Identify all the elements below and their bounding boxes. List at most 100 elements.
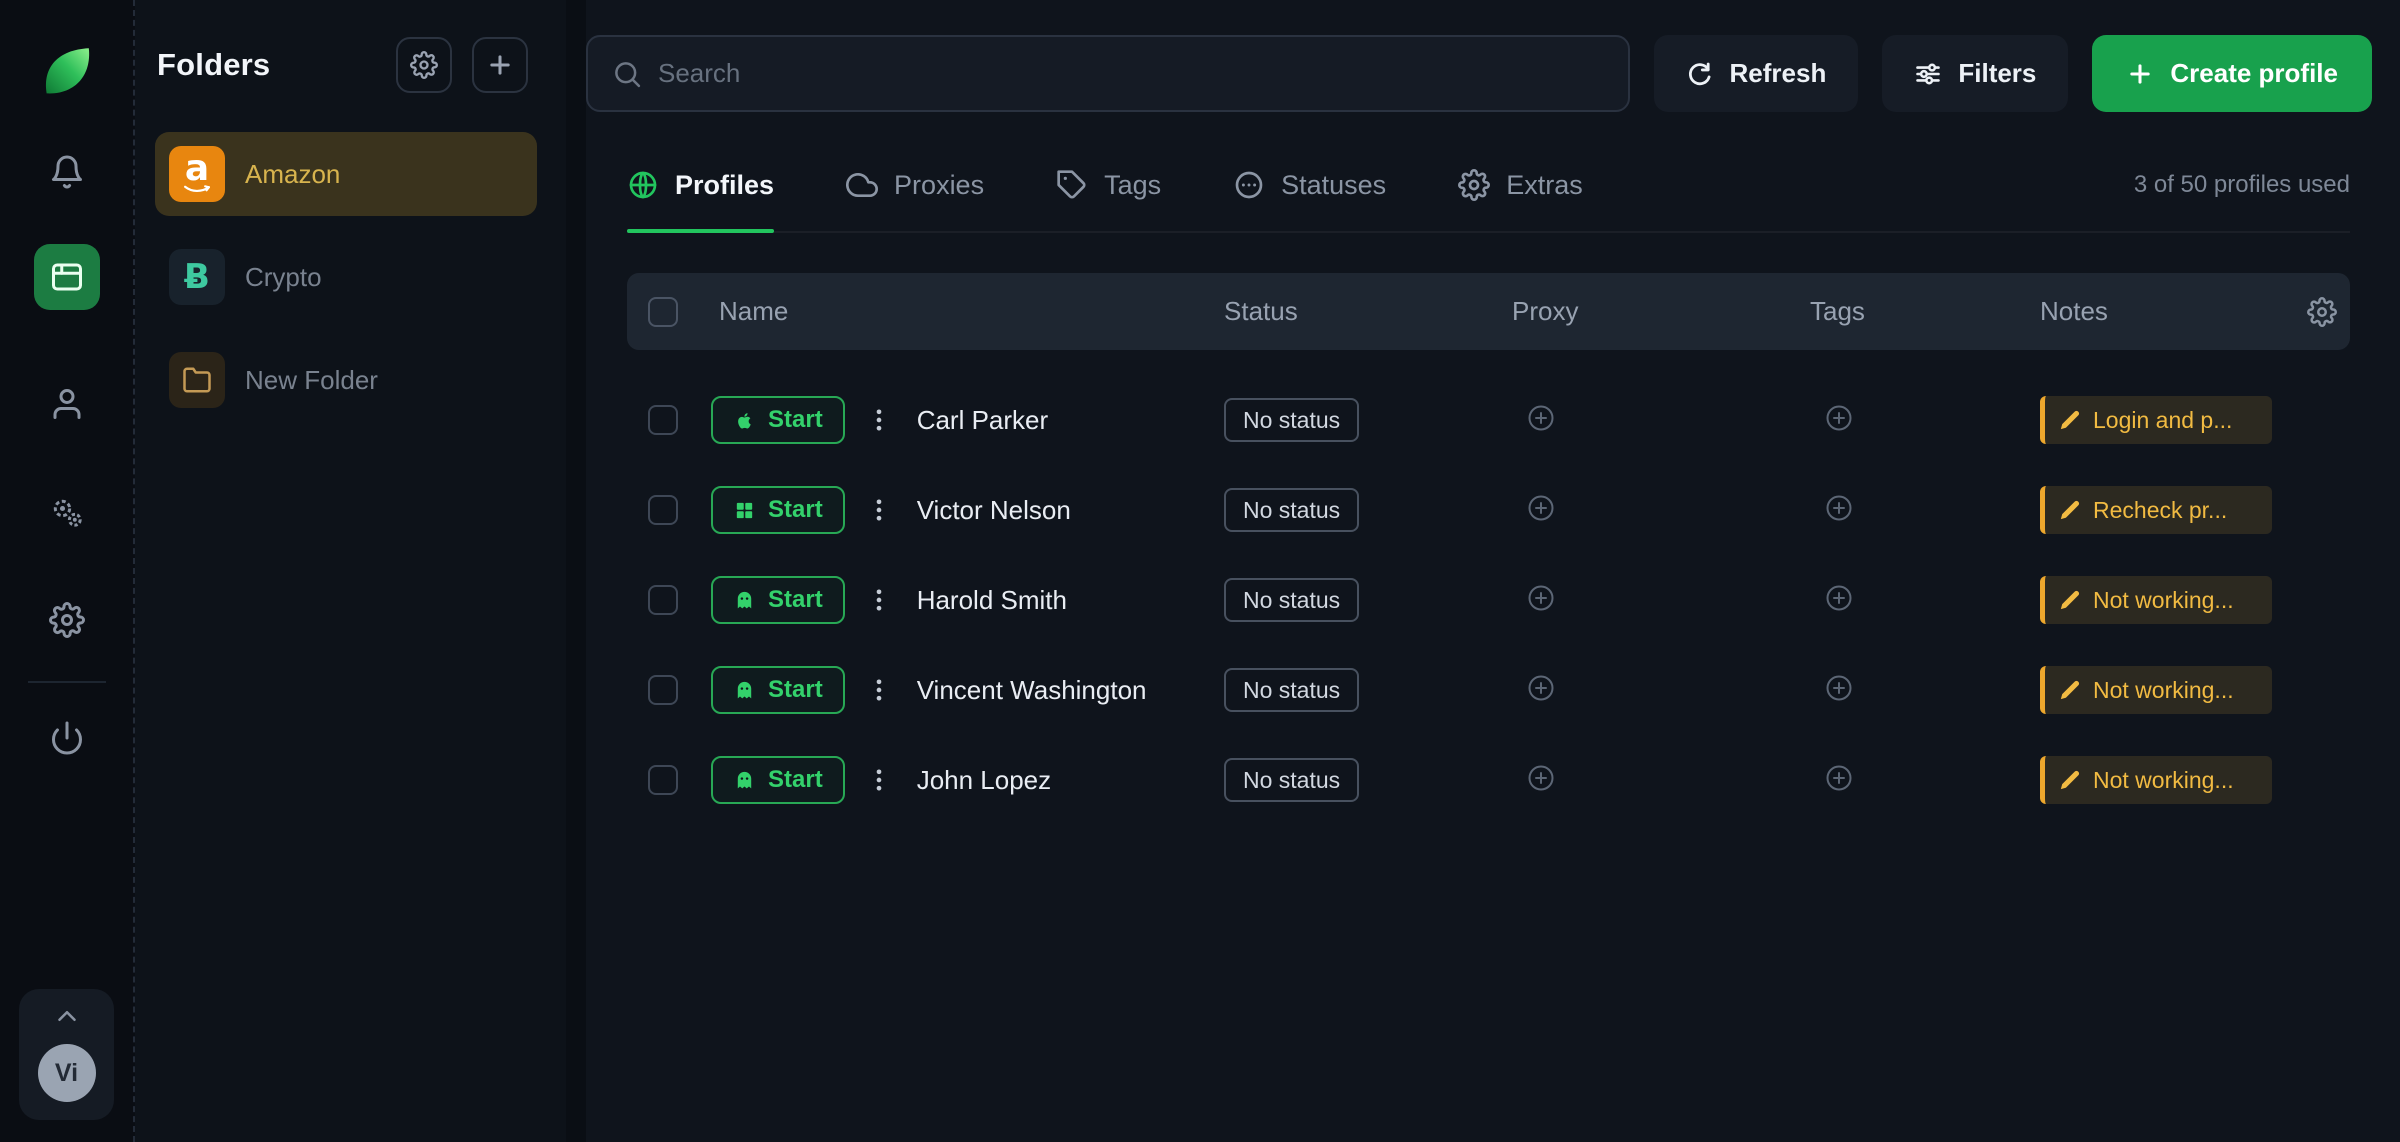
plus-icon	[486, 51, 514, 79]
note-chip[interactable]: Login and p...	[2040, 396, 2272, 444]
status-icon	[1233, 169, 1265, 201]
tab-proxies[interactable]: Proxies	[846, 153, 984, 231]
start-button[interactable]: Start	[711, 396, 845, 444]
pencil-icon	[2059, 679, 2081, 701]
tab-statuses[interactable]: Statuses	[1233, 153, 1386, 231]
refresh-button[interactable]: Refresh	[1654, 35, 1859, 112]
accounts-nav-button[interactable]	[34, 371, 100, 437]
avatar[interactable]: Vi	[38, 1044, 96, 1102]
profiles-usage-text: 3 of 50 profiles used	[2134, 171, 2350, 213]
notifications-button[interactable]	[34, 139, 100, 205]
table-row: Start Vincent Washington No status Not w…	[627, 645, 2350, 735]
settings-nav-button[interactable]	[34, 587, 100, 653]
note-text: Not working...	[2093, 677, 2234, 704]
pencil-icon	[2059, 409, 2081, 431]
rail-divider	[28, 681, 106, 683]
table-row: Start Carl Parker No status Login and p.…	[627, 375, 2350, 465]
row-checkbox[interactable]	[648, 675, 678, 705]
add-proxy-icon[interactable]	[1526, 763, 1556, 793]
profiles-table: Name Status Proxy Tags Notes Start Carl …	[627, 273, 2350, 825]
kebab-menu-icon[interactable]	[865, 406, 893, 434]
note-text: Recheck pr...	[2093, 497, 2227, 524]
start-button[interactable]: Start	[711, 486, 845, 534]
tab-profiles[interactable]: Profiles	[627, 153, 774, 231]
row-checkbox[interactable]	[648, 765, 678, 795]
table-settings-icon[interactable]	[2307, 297, 2337, 327]
create-profile-label: Create profile	[2170, 58, 2338, 89]
column-header-proxy: Proxy	[1512, 296, 1810, 327]
search-input[interactable]	[658, 58, 1604, 89]
add-proxy-icon[interactable]	[1526, 403, 1556, 433]
windows-icon	[733, 499, 756, 522]
tabs-row: Profiles Proxies Tags Statuses Extras 3 …	[627, 153, 2350, 233]
collapse-button[interactable]	[52, 1001, 82, 1034]
profiles-nav-button[interactable]	[34, 244, 100, 310]
folder-list: a Amazon Ƀ Crypto New Folder	[135, 132, 566, 422]
power-icon	[49, 720, 85, 756]
ghost-icon	[733, 589, 756, 612]
note-chip[interactable]: Not working...	[2040, 666, 2272, 714]
app-root: Vi Folders a Amazon Ƀ Crypto New Folder …	[0, 0, 2400, 1142]
folder-settings-button[interactable]	[396, 37, 452, 93]
tab-extras[interactable]: Extras	[1458, 153, 1583, 231]
start-button[interactable]: Start	[711, 666, 845, 714]
tab-tags[interactable]: Tags	[1056, 153, 1161, 231]
status-badge[interactable]: No status	[1224, 398, 1359, 442]
refresh-icon	[1686, 60, 1714, 88]
add-proxy-icon[interactable]	[1526, 583, 1556, 613]
note-text: Not working...	[2093, 587, 2234, 614]
globe-icon	[627, 169, 659, 201]
bell-icon	[49, 154, 85, 190]
kebab-menu-icon[interactable]	[865, 676, 893, 704]
kebab-menu-icon[interactable]	[865, 586, 893, 614]
status-badge[interactable]: No status	[1224, 758, 1359, 802]
pencil-icon	[2059, 499, 2081, 521]
app-logo[interactable]	[35, 41, 99, 105]
create-profile-button[interactable]: Create profile	[2092, 35, 2372, 112]
browser-window-icon	[49, 259, 85, 295]
table-row: Start Victor Nelson No status Recheck pr…	[627, 465, 2350, 555]
table-rows: Start Carl Parker No status Login and p.…	[627, 375, 2350, 825]
profile-name: Harold Smith	[917, 585, 1067, 616]
folder-item-amazon[interactable]: a Amazon	[155, 132, 537, 216]
row-checkbox[interactable]	[648, 405, 678, 435]
folder-icon	[169, 352, 225, 408]
add-folder-button[interactable]	[472, 37, 528, 93]
kebab-menu-icon[interactable]	[865, 766, 893, 794]
add-tag-icon[interactable]	[1824, 583, 1854, 613]
start-button[interactable]: Start	[711, 576, 845, 624]
tag-icon	[1056, 169, 1088, 201]
filters-button[interactable]: Filters	[1882, 35, 2068, 112]
add-tag-icon[interactable]	[1824, 763, 1854, 793]
tab-label: Extras	[1506, 170, 1583, 201]
folder-item-crypto[interactable]: Ƀ Crypto	[155, 235, 537, 319]
kebab-menu-icon[interactable]	[865, 496, 893, 524]
select-all-checkbox[interactable]	[648, 297, 678, 327]
status-badge[interactable]: No status	[1224, 578, 1359, 622]
note-chip[interactable]: Not working...	[2040, 576, 2272, 624]
note-chip[interactable]: Recheck pr...	[2040, 486, 2272, 534]
folder-item-new-folder[interactable]: New Folder	[155, 338, 537, 422]
folder-label: Amazon	[245, 159, 340, 190]
start-button[interactable]: Start	[711, 756, 845, 804]
add-tag-icon[interactable]	[1824, 403, 1854, 433]
row-checkbox[interactable]	[648, 585, 678, 615]
tab-label: Tags	[1104, 170, 1161, 201]
power-button[interactable]	[34, 705, 100, 771]
row-checkbox[interactable]	[648, 495, 678, 525]
add-proxy-icon[interactable]	[1526, 673, 1556, 703]
profile-name: Victor Nelson	[917, 495, 1071, 526]
add-tag-icon[interactable]	[1824, 673, 1854, 703]
add-tag-icon[interactable]	[1824, 493, 1854, 523]
table-header: Name Status Proxy Tags Notes	[627, 273, 2350, 350]
add-proxy-icon[interactable]	[1526, 493, 1556, 523]
folders-sidebar: Folders a Amazon Ƀ Crypto New Folder	[135, 0, 566, 1142]
search-box[interactable]	[586, 35, 1630, 112]
note-chip[interactable]: Not working...	[2040, 756, 2272, 804]
status-badge[interactable]: No status	[1224, 668, 1359, 712]
automation-nav-button[interactable]	[34, 480, 100, 546]
icon-rail: Vi	[0, 0, 135, 1142]
gear-icon	[410, 51, 438, 79]
plus-icon	[2126, 60, 2154, 88]
status-badge[interactable]: No status	[1224, 488, 1359, 532]
